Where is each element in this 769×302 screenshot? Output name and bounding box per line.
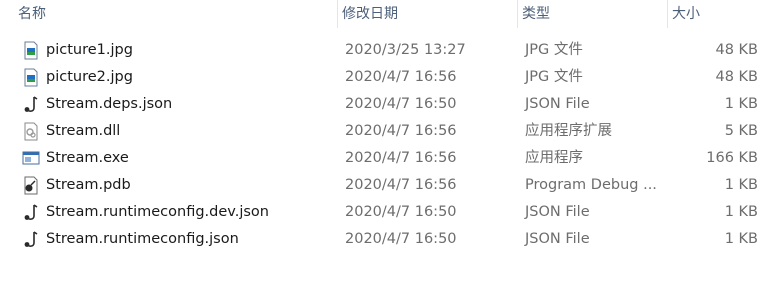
file-name: Stream.dll [46,123,121,139]
column-header-modified[interactable]: 修改日期 [338,0,518,28]
dll-file-icon [22,122,40,141]
file-size: 5 KB [724,123,758,139]
file-type: JSON File [525,204,590,220]
file-size: 1 KB [724,204,758,220]
file-row[interactable]: Stream.runtimeconfig.json 2020/4/7 16:50 J… [0,226,769,253]
file-type: JPG 文件 [525,42,583,58]
file-modified-date: 2020/3/25 13:27 [345,42,466,58]
file-name: Stream.runtimeconfig.json [46,231,239,247]
file-name: Stream.deps.json [46,96,173,112]
file-modified-date: 2020/4/7 16:56 [345,69,457,85]
file-row[interactable]: picture2.jpg 2020/4/7 16:56 JPG 文件 48 KB [0,64,769,91]
file-row[interactable]: picture1.jpg 2020/3/25 13:27 JPG 文件 48 KB [0,37,769,64]
file-row[interactable]: Stream.runtimeconfig.dev.json 2020/4/7 16… [0,199,769,226]
pdb-file-icon [22,176,40,195]
file-row[interactable]: Stream.dll 2020/4/7 16:56 应用程序扩展 5 KB [0,118,769,145]
json-file-icon [22,203,40,222]
file-size: 166 KB [706,150,758,166]
file-size: 1 KB [724,177,758,193]
column-header-bar: 名称 ^ 修改日期 类型 大小 [0,0,769,28]
jpg-image-icon [22,41,40,60]
file-type: 应用程序 [525,150,583,166]
file-modified-date: 2020/4/7 16:50 [345,231,457,247]
file-modified-date: 2020/4/7 16:56 [345,123,457,139]
file-type: Program Debug ... [525,177,657,193]
file-name: Stream.runtimeconfig.dev.json [46,204,269,220]
sort-ascending-icon: ^ [172,0,180,5]
file-row[interactable]: Stream.deps.json 2020/4/7 16:50 JSON File 1… [0,91,769,118]
file-size: 1 KB [724,96,758,112]
jpg-image-icon [22,68,40,87]
file-modified-date: 2020/4/7 16:56 [345,150,457,166]
file-row[interactable]: Stream.pdb 2020/4/7 16:56 Program Debug ..… [0,172,769,199]
json-file-icon [22,230,40,249]
file-type: 应用程序扩展 [525,123,612,139]
file-name: Stream.pdb [46,177,131,193]
file-size: 48 KB [715,69,758,85]
file-type: JSON File [525,231,590,247]
file-size: 1 KB [724,231,758,247]
column-header-type[interactable]: 类型 [518,0,668,28]
column-header-size[interactable]: 大小 [668,0,769,28]
file-row[interactable]: Stream.exe 2020/4/7 16:56 应用程序 166 KB [0,145,769,172]
file-size: 48 KB [715,42,758,58]
file-type: JPG 文件 [525,69,583,85]
file-name: picture1.jpg [46,42,133,58]
file-name: Stream.exe [46,150,129,166]
file-type: JSON File [525,96,590,112]
exe-file-icon [22,149,40,168]
json-file-icon [22,95,40,114]
file-name: picture2.jpg [46,69,133,85]
file-modified-date: 2020/4/7 16:50 [345,96,457,112]
file-modified-date: 2020/4/7 16:50 [345,204,457,220]
file-modified-date: 2020/4/7 16:56 [345,177,457,193]
